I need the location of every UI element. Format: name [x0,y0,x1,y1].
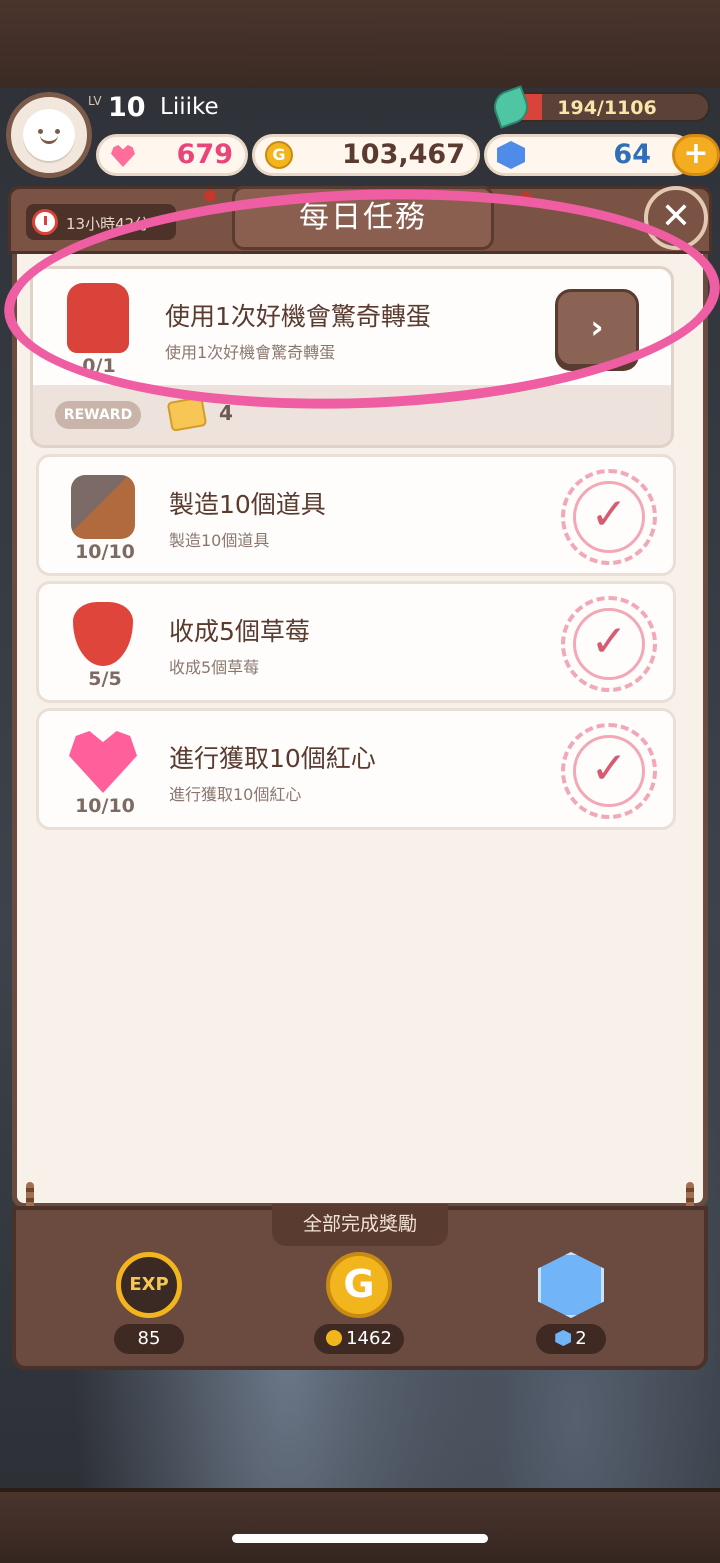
level-prefix: LV [88,94,102,108]
add-gems-button[interactable]: + [672,134,720,176]
gems-counter[interactable]: 64 [484,134,694,176]
ticket-icon [166,396,208,432]
mini-gem-icon [555,1330,572,1346]
list-item: 10/10 製造10個道具 製造10個道具 ✓ [36,454,676,576]
coin-icon: G [265,141,293,169]
check-icon: ✓ [590,616,628,667]
task-title: 製造10個道具 [169,490,326,519]
active-task-body: 0/1 使用1次好機會驚奇轉蛋 使用1次好機會驚奇轉蛋 › [33,269,671,385]
gold-coin-icon: G [326,1252,392,1318]
gem-reward: 2 [516,1252,626,1354]
page-title: 每日任務 [232,186,494,250]
strawberry-icon [73,602,133,666]
reward-badge: REWARD [55,401,141,429]
gold-reward-pill: 1462 [314,1324,404,1354]
avatar-face-icon [23,109,75,161]
list-item: 10/10 進行獲取10個紅心 進行獲取10個紅心 ✓ [36,708,676,830]
task-title: 進行獲取10個紅心 [169,744,376,773]
active-task-card: 0/1 使用1次好機會驚奇轉蛋 使用1次好機會驚奇轉蛋 › REWARD 4 [30,266,674,448]
task-subtitle: 收成5個草莓 [169,658,260,677]
mini-coin-icon [326,1330,343,1346]
hearts-counter[interactable]: 679 [96,134,248,176]
exp-reward: EXP 85 [94,1252,204,1354]
task-subtitle: 使用1次好機會驚奇轉蛋 [165,343,336,362]
task-progress: 10/10 [75,541,135,563]
diamond-icon [538,1252,604,1318]
exp-reward-value: 85 [114,1324,184,1354]
top-border-decoration [0,0,720,92]
list-item: 5/5 收成5個草莓 收成5個草莓 ✓ [36,581,676,703]
reward-count: 4 [219,401,233,425]
tools-icon [71,475,135,539]
exp-progress-text: 194/1106 [557,97,657,119]
gem-icon [497,141,525,169]
task-subtitle: 進行獲取10個紅心 [169,785,302,804]
berry-decoration [520,192,532,204]
heart-icon [69,731,137,793]
gem-reward-value: 2 [575,1328,587,1349]
check-icon: ✓ [590,489,628,540]
home-indicator[interactable] [232,1534,488,1543]
gold-reward: G 1462 [304,1252,414,1354]
exp-progress-bar: 194/1106 [504,92,710,122]
task-progress: 10/10 [75,795,135,817]
heart-icon [111,145,135,167]
gems-value: 64 [613,139,651,170]
task-title: 使用1次好機會驚奇轉蛋 [165,302,431,331]
check-icon: ✓ [590,743,628,794]
hearts-value: 679 [176,139,233,170]
bottom-border-decoration [0,1488,720,1563]
berry-decoration [204,190,216,202]
completed-stamp: ✓ [561,723,657,819]
complete-all-label: 全部完成獎勵 [272,1204,448,1246]
gold-reward-value: 1462 [346,1328,392,1349]
timer-text: 13小時42分 [66,215,150,233]
task-title: 收成5個草莓 [169,617,310,646]
close-button[interactable]: ✕ [644,186,708,250]
gacha-machine-icon [67,283,129,353]
reset-timer: 13小時42分 [26,204,176,240]
coins-value: 103,467 [342,139,465,170]
task-subtitle: 製造10個道具 [169,531,270,550]
gem-reward-pill: 2 [536,1324,606,1354]
player-name: Liiike [160,94,219,120]
go-to-task-button[interactable]: › [555,289,639,367]
alarm-clock-icon [32,209,58,235]
completed-stamp: ✓ [561,596,657,692]
exp-icon: EXP [116,1252,182,1318]
player-level: 10 [108,92,146,123]
coins-counter[interactable]: G 103,467 [252,134,480,176]
avatar[interactable] [6,92,92,178]
task-progress: 0/1 [82,355,116,377]
task-progress: 5/5 [88,668,122,690]
completed-stamp: ✓ [561,469,657,565]
